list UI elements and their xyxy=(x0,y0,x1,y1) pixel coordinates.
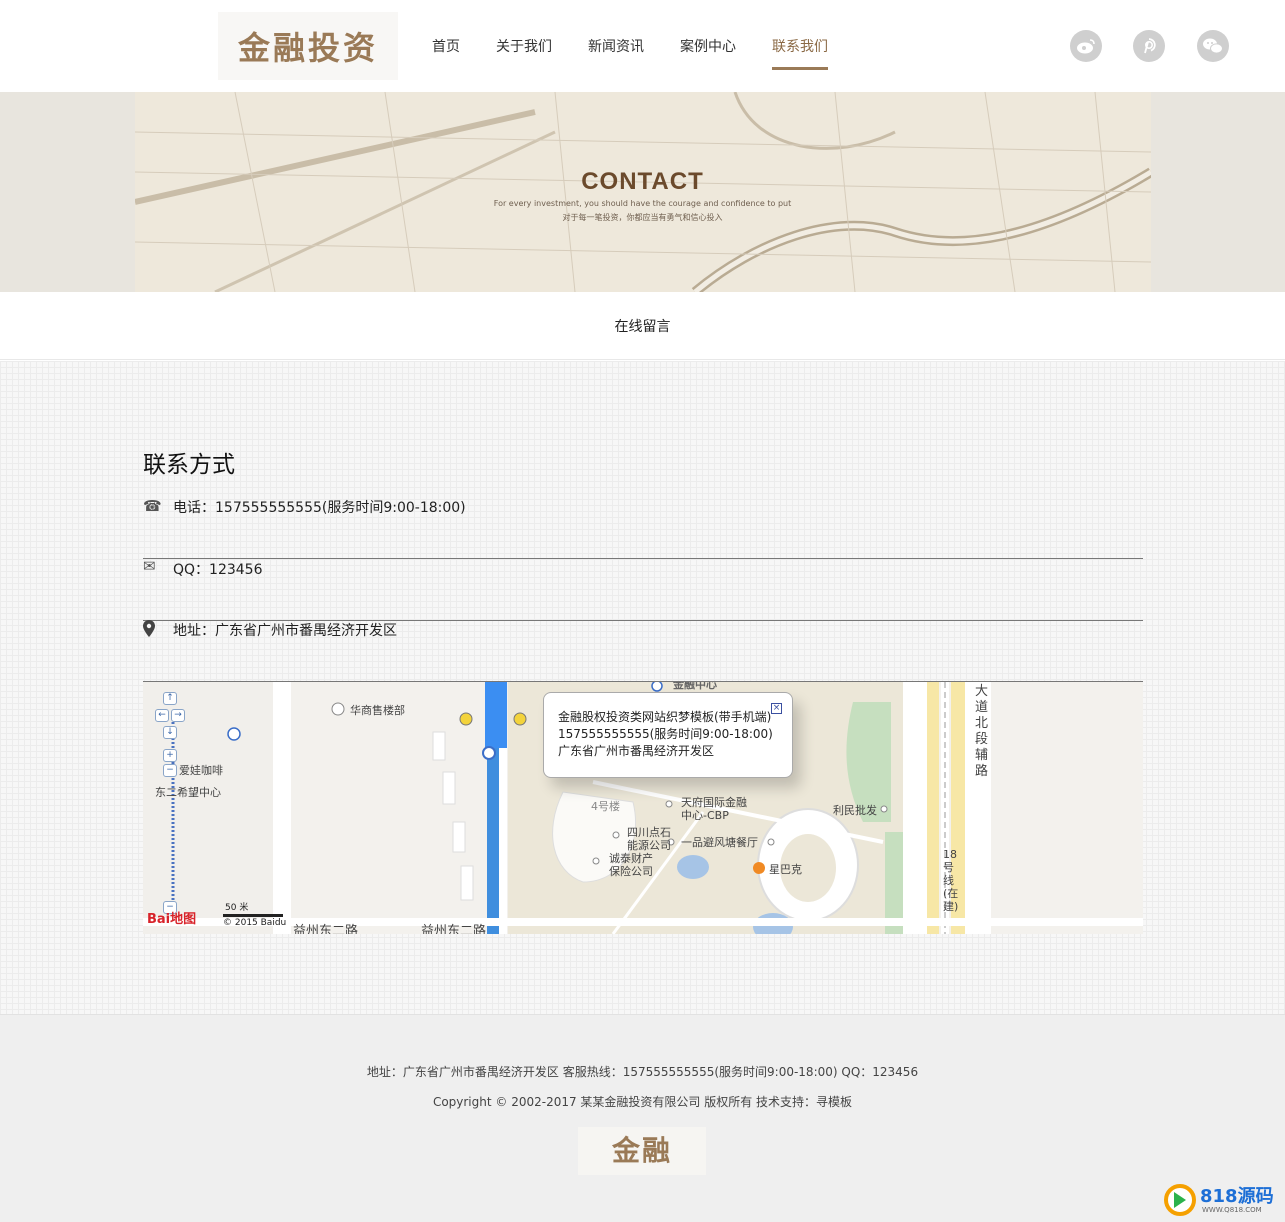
phone-icon: ☎ xyxy=(143,497,162,515)
watermark-text: 818源码 xyxy=(1200,1186,1274,1207)
mail-icon: ✉ xyxy=(143,557,156,575)
popup-phone: 157555555555(服务时间9:00-18:00) xyxy=(558,727,773,741)
contact-address-row: 地址：广东省广州市番禺经济开发区 xyxy=(143,620,1143,682)
map-label-road1: 益州东二路 xyxy=(293,924,359,934)
pinterest-icon[interactable] xyxy=(1133,30,1165,62)
map-label-building4: 4号楼 xyxy=(591,800,620,813)
map-label-yipin: 一品避风塘餐厅 xyxy=(681,836,758,849)
contact-section: 联系方式 ☎ 电话：157555555555(服务时间9:00-18:00) ✉… xyxy=(0,361,1285,1014)
pan-left-icon[interactable]: ← xyxy=(155,709,169,722)
nav-cases[interactable]: 案例中心 xyxy=(680,0,736,70)
pan-right-icon[interactable]: → xyxy=(171,709,185,722)
nav-about[interactable]: 关于我们 xyxy=(496,0,552,70)
map-label-dadao: 大道北段辅路 xyxy=(975,684,989,779)
contact-title: 联系方式 xyxy=(143,452,235,478)
pan-down-icon[interactable]: ↓ xyxy=(163,726,177,739)
map-label-xingbake: 星巴克 xyxy=(769,863,802,876)
contact-phone: 电话：157555555555(服务时间9:00-18:00) xyxy=(173,500,466,516)
main-nav: 首页 关于我们 新闻资讯 案例中心 联系我们 xyxy=(432,0,864,92)
nav-contact[interactable]: 联系我们 xyxy=(772,0,828,70)
contact-qq-row: ✉ QQ：123456 xyxy=(143,557,1143,621)
site-footer: 地址：广东省广州市番禺经济开发区 客服热线：157555555555(服务时间9… xyxy=(0,1014,1285,1222)
map-label-tianfu2: 中心-CBP xyxy=(681,809,729,822)
map-label-limin: 利民批发 xyxy=(833,804,877,817)
map-label-huashang: 华商售楼部 xyxy=(350,704,405,717)
watermark-logo: 818源码 WWW.Q818.COM xyxy=(1164,1180,1282,1220)
pan-up-icon[interactable]: ↑ xyxy=(163,692,177,705)
contact-address: 地址：广东省广州市番禺经济开发区 xyxy=(173,623,397,639)
sub-tab-bar: 在线留言 xyxy=(0,292,1285,360)
baidu-map[interactable]: 华商售楼部 爱娃咖啡 东二希望中心 4号楼 天府国际金融 中心-CBP 四川点石… xyxy=(143,682,1143,934)
banner-title: CONTACT xyxy=(581,168,704,195)
map-scale: 50 米 xyxy=(223,900,283,917)
tab-online-message[interactable]: 在线留言 xyxy=(615,292,671,362)
footer-contact-line: 地址：广东省广州市番禺经济开发区 客服热线：157555555555(服务时间9… xyxy=(366,1065,919,1079)
weibo-icon[interactable] xyxy=(1070,30,1102,62)
footer-logo: 金融 xyxy=(578,1127,706,1175)
map-label-top-center: 金融中心 xyxy=(673,682,717,691)
banner-subtitle-en: For every investment, you should have th… xyxy=(493,199,792,208)
map-copyright: © 2015 Baidu xyxy=(223,918,287,928)
map-label-road2: 益州东二路 xyxy=(421,924,487,934)
map-label-aiwa: 爱娃咖啡 xyxy=(179,764,223,777)
wechat-icon[interactable] xyxy=(1197,30,1229,62)
map-label-chengtai2: 保险公司 xyxy=(609,865,653,878)
popup-title: 金融股权投资类网站织梦模板(带手机端) xyxy=(558,710,772,724)
contact-banner: CONTACT For every investment, you should… xyxy=(0,92,1285,292)
zoom-handle-icon[interactable]: − xyxy=(163,764,177,777)
map-info-window: × 金融股权投资类网站织梦模板(带手机端) 157555555555(服务时间9… xyxy=(543,692,793,778)
map-label-xiwang: 东二希望中心 xyxy=(155,786,221,799)
banner-text: CONTACT For every investment, you should… xyxy=(0,168,1285,223)
footer-copyright: Copyright © 2002-2017 某某金融投资有限公司 版权所有 技术… xyxy=(432,1095,853,1109)
contact-phone-row: ☎ 电话：157555555555(服务时间9:00-18:00) xyxy=(143,497,1143,559)
baidu-map-logo[interactable]: Bai地图 xyxy=(147,908,196,927)
nav-home[interactable]: 首页 xyxy=(432,0,460,70)
close-icon[interactable]: × xyxy=(771,703,782,714)
location-pin-icon xyxy=(143,620,161,638)
site-header: 金融投资 首页 关于我们 新闻资讯 案例中心 联系我们 xyxy=(0,0,1285,92)
popup-address: 广东省广州市番禺经济开发区 xyxy=(558,744,715,758)
map-label-line18: 18号线(在建) xyxy=(943,848,959,913)
watermark-url: WWW.Q818.COM xyxy=(1202,1206,1262,1214)
zoom-in-icon[interactable]: + xyxy=(163,749,177,762)
nav-news[interactable]: 新闻资讯 xyxy=(588,0,644,70)
map-scale-label: 50 米 xyxy=(225,903,249,913)
site-logo[interactable]: 金融投资 xyxy=(218,12,398,80)
banner-subtitle-cn: 对于每一笔投资，你都应当有勇气和信心投入 xyxy=(562,213,723,222)
contact-qq: QQ：123456 xyxy=(173,562,263,578)
